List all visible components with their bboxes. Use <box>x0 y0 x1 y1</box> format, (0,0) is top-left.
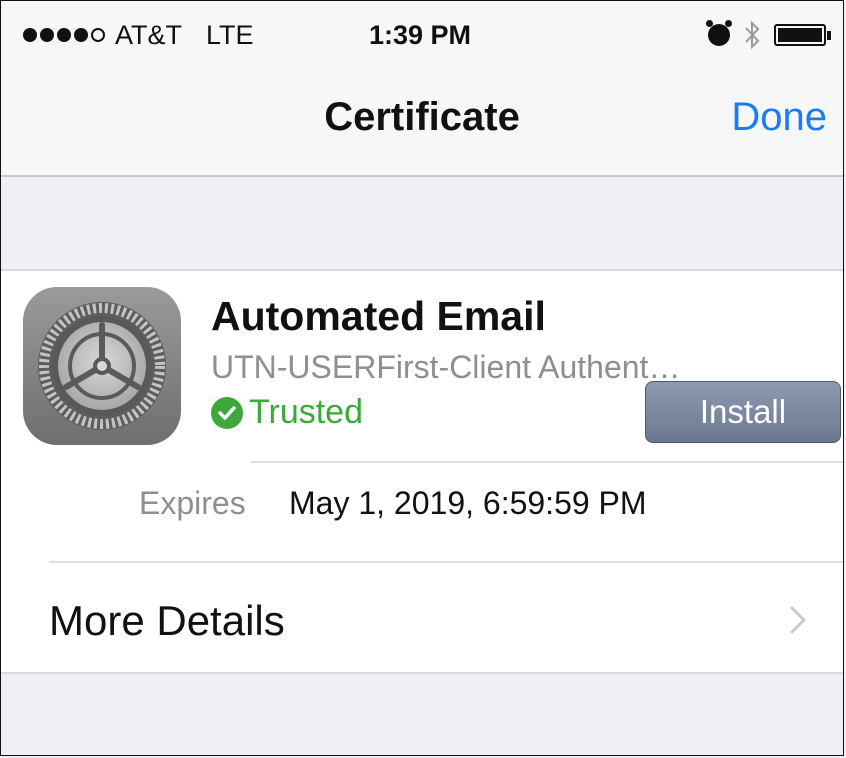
alarm-icon <box>706 20 732 46</box>
more-details-row[interactable]: More Details <box>1 563 843 674</box>
bluetooth-icon <box>745 20 760 50</box>
phone-screen: AT&T LTE 1:39 PM Certificate Done Automa… <box>0 0 844 756</box>
trust-status: Trusted <box>211 393 363 432</box>
divider <box>251 461 843 463</box>
checkmark-icon <box>211 396 243 429</box>
done-button[interactable]: Done <box>731 95 827 140</box>
settings-gear-icon <box>23 287 181 445</box>
status-left: AT&T LTE <box>23 17 254 53</box>
network-label: LTE <box>206 19 254 50</box>
expires-label: Expires <box>139 485 246 521</box>
certificate-name: Automated Email <box>211 293 546 339</box>
certificate-card: Automated Email UTN-USERFirst-Client Aut… <box>1 269 843 674</box>
status-right <box>706 19 831 51</box>
status-bar: AT&T LTE 1:39 PM <box>1 1 843 67</box>
signal-strength-icon <box>23 28 105 42</box>
trust-status-label: Trusted <box>249 393 364 431</box>
expires-value: May 1, 2019, 6:59:59 PM <box>289 485 647 521</box>
expires-row: Expires May 1, 2019, 6:59:59 PM <box>1 485 843 529</box>
navigation-bar: Certificate Done <box>1 67 843 177</box>
carrier-label: AT&T <box>115 19 182 50</box>
page-title: Certificate <box>324 95 520 139</box>
install-button[interactable]: Install <box>645 381 841 443</box>
chevron-right-icon <box>790 606 806 634</box>
more-details-label: More Details <box>49 597 285 644</box>
battery-icon <box>774 24 831 46</box>
status-time: 1:39 PM <box>369 20 472 50</box>
